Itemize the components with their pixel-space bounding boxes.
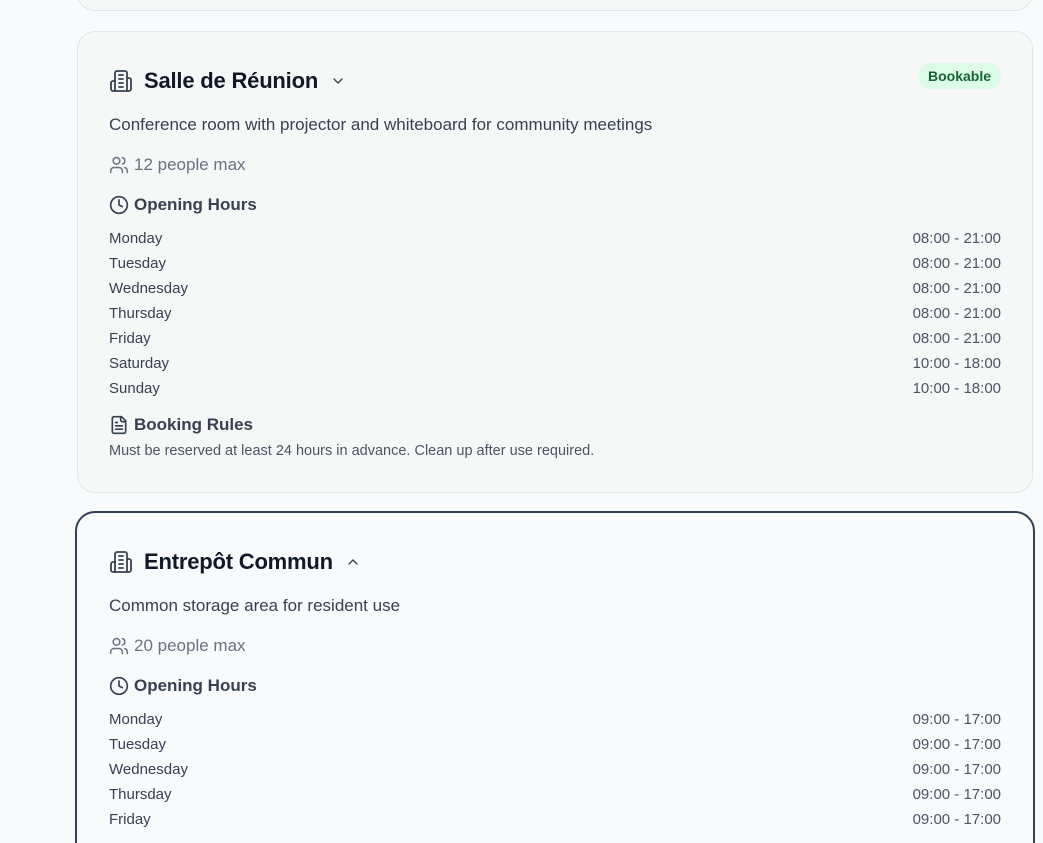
- space-capacity: 12 people max: [109, 155, 246, 175]
- space-description: Conference room with projector and white…: [109, 115, 653, 134]
- building-icon: [109, 69, 133, 93]
- space-card-previous[interactable]: [77, 0, 1033, 11]
- space-description: Common storage area for resident use: [109, 596, 401, 615]
- opening-hours-list: Monday 09:00 - 17:00 Tuesday 09:00 - 17:…: [109, 707, 1001, 832]
- day-label: Monday: [109, 230, 163, 247]
- building-icon: [109, 550, 133, 574]
- space-title: Entrepôt Commun: [144, 549, 333, 574]
- space-header: Entrepôt Commun: [109, 549, 361, 575]
- hours-row: Monday 09:00 - 17:00: [109, 707, 1001, 732]
- document-icon: [109, 415, 129, 435]
- day-label: Wednesday: [109, 280, 188, 297]
- time-range: 09:00 - 17:00: [912, 761, 1001, 778]
- booking-rules-label: Booking Rules: [134, 415, 254, 434]
- booking-rules-heading: Booking Rules: [109, 415, 253, 435]
- hours-row: Monday 08:00 - 21:00: [109, 226, 1001, 251]
- space-card-entrepot-commun[interactable]: Entrepôt Commun Common storage area for …: [75, 511, 1035, 843]
- opening-hours-heading: Opening Hours: [109, 195, 257, 215]
- day-label: Tuesday: [109, 736, 166, 753]
- day-label: Friday: [109, 330, 151, 347]
- day-label: Sunday: [109, 380, 160, 397]
- day-label: Wednesday: [109, 761, 188, 778]
- opening-hours-heading: Opening Hours: [109, 676, 257, 696]
- space-header: Salle de Réunion: [109, 68, 346, 94]
- time-range: 08:00 - 21:00: [912, 330, 1001, 347]
- booking-rules-text: Must be reserved at least 24 hours in ad…: [109, 443, 595, 459]
- hours-row: Thursday 09:00 - 17:00: [109, 782, 1001, 807]
- space-capacity: 20 people max: [109, 636, 246, 656]
- users-icon: [109, 636, 129, 656]
- time-range: 09:00 - 17:00: [912, 711, 1001, 728]
- chevron-down-icon[interactable]: [330, 73, 346, 89]
- hours-row: Sunday 10:00 - 18:00: [109, 376, 1001, 401]
- time-range: 09:00 - 17:00: [912, 786, 1001, 803]
- capacity-text: 12 people max: [134, 155, 246, 174]
- chevron-up-icon[interactable]: [345, 554, 361, 570]
- day-label: Friday: [109, 811, 151, 828]
- users-icon: [109, 155, 129, 175]
- time-range: 09:00 - 17:00: [912, 811, 1001, 828]
- day-label: Thursday: [109, 786, 172, 803]
- hours-row: Thursday 08:00 - 21:00: [109, 301, 1001, 326]
- clock-icon: [109, 195, 129, 215]
- hours-row: Friday 09:00 - 17:00: [109, 807, 1001, 832]
- hours-row: Friday 08:00 - 21:00: [109, 326, 1001, 351]
- spaces-list: Salle de Réunion Bookable Conference roo…: [0, 0, 1043, 843]
- bookable-badge: Bookable: [917, 63, 1001, 89]
- time-range: 10:00 - 18:00: [912, 355, 1001, 372]
- day-label: Thursday: [109, 305, 172, 322]
- opening-hours-label: Opening Hours: [134, 195, 257, 214]
- opening-hours-label: Opening Hours: [134, 676, 257, 695]
- time-range: 10:00 - 18:00: [912, 380, 1001, 397]
- opening-hours-list: Monday 08:00 - 21:00 Tuesday 08:00 - 21:…: [109, 226, 1001, 401]
- time-range: 09:00 - 17:00: [912, 736, 1001, 753]
- time-range: 08:00 - 21:00: [912, 230, 1001, 247]
- time-range: 08:00 - 21:00: [912, 305, 1001, 322]
- hours-row: Tuesday 08:00 - 21:00: [109, 251, 1001, 276]
- time-range: 08:00 - 21:00: [912, 255, 1001, 272]
- space-title: Salle de Réunion: [144, 68, 319, 93]
- hours-row: Saturday 10:00 - 18:00: [109, 351, 1001, 376]
- hours-row: Wednesday 09:00 - 17:00: [109, 757, 1001, 782]
- clock-icon: [109, 676, 129, 696]
- space-card-salle-de-reunion[interactable]: Salle de Réunion Bookable Conference roo…: [77, 31, 1033, 493]
- day-label: Monday: [109, 711, 163, 728]
- day-label: Tuesday: [109, 255, 166, 272]
- hours-row: Wednesday 08:00 - 21:00: [109, 276, 1001, 301]
- time-range: 08:00 - 21:00: [912, 280, 1001, 297]
- capacity-text: 20 people max: [134, 636, 246, 655]
- hours-row: Tuesday 09:00 - 17:00: [109, 732, 1001, 757]
- day-label: Saturday: [109, 355, 170, 372]
